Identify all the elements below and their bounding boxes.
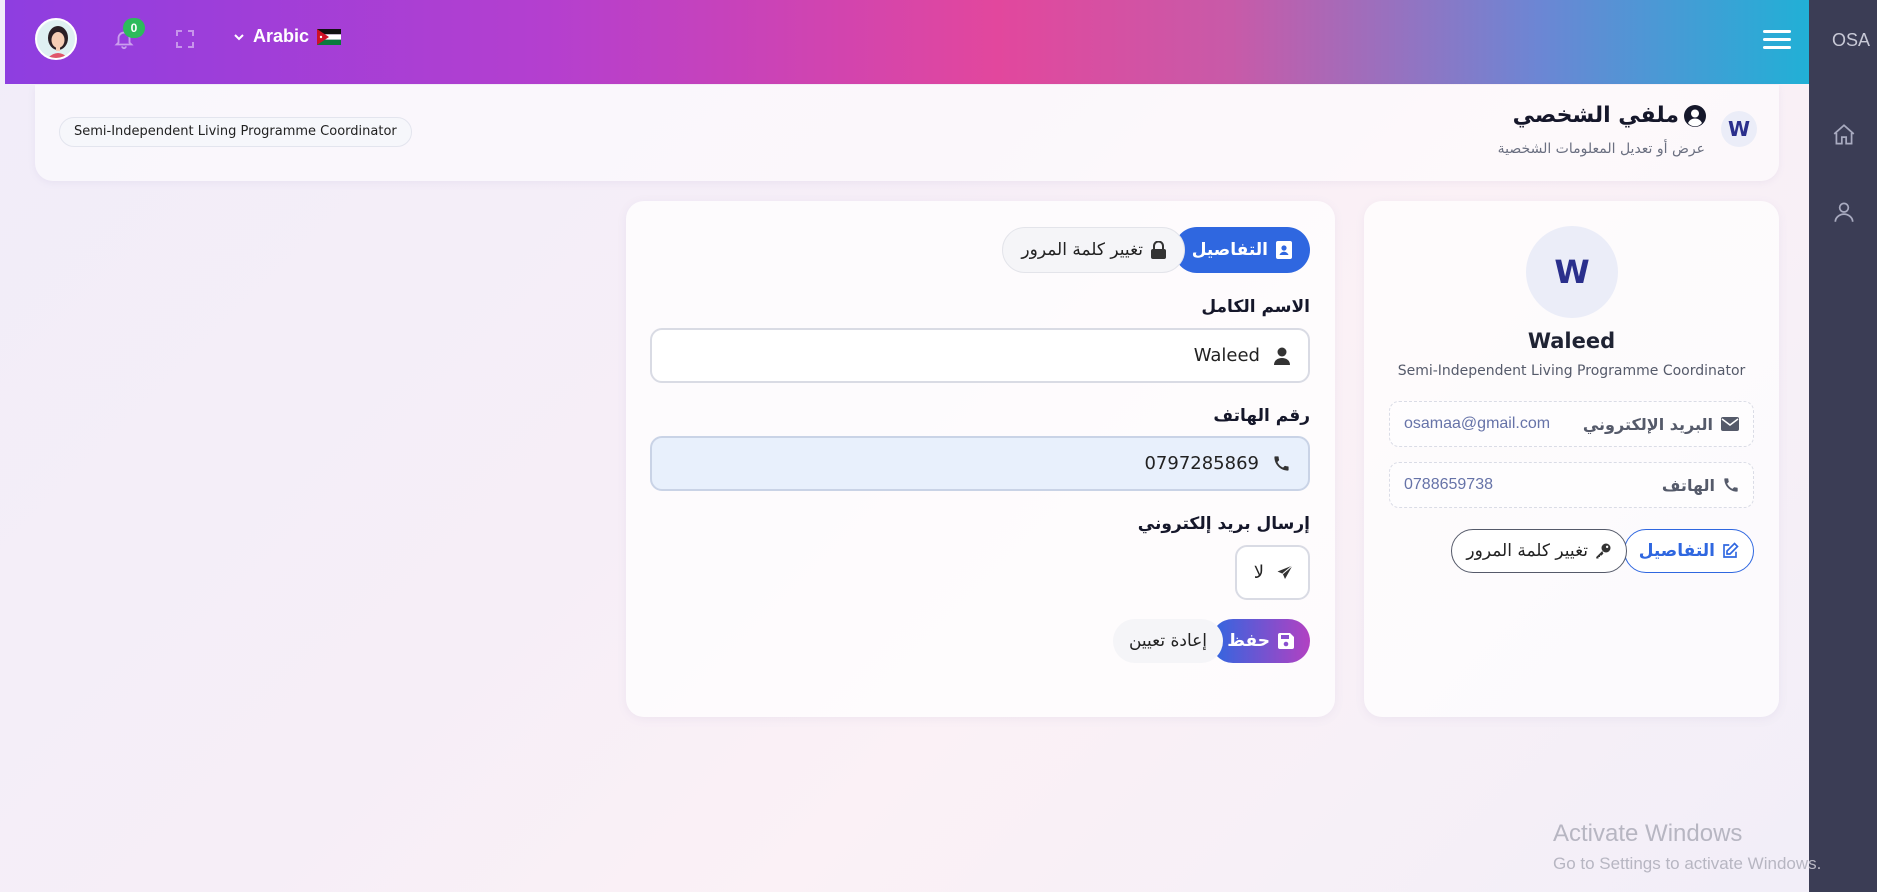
language-selector[interactable]: Arabic <box>233 26 342 47</box>
id-card-icon <box>1276 241 1292 259</box>
full-name-field[interactable]: Waleed <box>650 328 1310 383</box>
user-icon[interactable] <box>1831 199 1857 225</box>
activation-watermark-title: Activate Windows <box>1553 820 1743 847</box>
top-navbar: 0 Arabic <box>5 0 1809 84</box>
email-key-label: البريد الإلكتروني <box>1582 414 1713 434</box>
user-circle-icon <box>1684 104 1706 127</box>
user-avatar[interactable] <box>35 18 77 60</box>
menu-toggle-icon[interactable] <box>1763 30 1791 52</box>
brand-logo[interactable]: OSA <box>1832 30 1870 51</box>
fullscreen-icon[interactable] <box>175 29 195 49</box>
phone-row: 0788659738 الهاتف <box>1389 462 1754 508</box>
tab-change-password-label: تغيير كلمة المرور <box>1021 240 1143 260</box>
page-title-text: ملفي الشخصي <box>1512 103 1679 128</box>
change-password-label: تغيير كلمة المرور <box>1466 541 1588 561</box>
phone-value: 0797285869 <box>1144 453 1259 474</box>
profile-avatar: W <box>1526 226 1618 318</box>
paper-plane-icon <box>1277 564 1293 579</box>
lock-icon <box>1151 241 1166 259</box>
edit-details-label: التفاصيل <box>1638 541 1715 561</box>
activation-watermark-subtitle: Go to Settings to activate Windows. <box>1553 854 1822 873</box>
header-avatar: W <box>1721 111 1757 147</box>
send-email-label: إرسال بريد إلكتروني <box>1137 514 1310 534</box>
page-subtitle: عرض أو تعديل المعلومات الشخصية <box>1497 141 1705 157</box>
page-title: ملفي الشخصي <box>1513 103 1707 128</box>
full-name-label: الاسم الكامل <box>1201 297 1310 317</box>
tab-details-label: التفاصيل <box>1191 240 1268 260</box>
reset-label: إعادة تعيين <box>1128 631 1207 651</box>
profile-summary-card: W Waleed Semi-Independent Living Program… <box>1364 201 1779 717</box>
phone-icon <box>1274 456 1289 471</box>
tab-change-password[interactable]: تغيير كلمة المرور <box>1002 227 1185 273</box>
role-badge: Semi-Independent Living Programme Coordi… <box>59 117 412 147</box>
phone-icon <box>1724 478 1738 492</box>
key-icon <box>1596 543 1611 559</box>
email-value: osamaa@gmail.com <box>1404 415 1551 432</box>
full-name-value: Waleed <box>1193 345 1260 366</box>
save-button[interactable]: حفظ <box>1211 619 1310 663</box>
jordan-flag-icon <box>317 28 342 45</box>
send-email-value: لا <box>1253 562 1264 583</box>
tab-details[interactable]: التفاصيل <box>1173 227 1310 273</box>
user-icon <box>1274 347 1290 365</box>
change-password-button[interactable]: تغيير كلمة المرور <box>1451 529 1627 573</box>
phone-field[interactable]: 0797285869 <box>650 436 1310 491</box>
edit-details-button[interactable]: التفاصيل <box>1623 529 1754 573</box>
send-email-select[interactable]: لا <box>1235 545 1310 600</box>
right-sidebar: OSA <box>1809 0 1877 892</box>
phone-key-label: الهاتف <box>1661 475 1715 495</box>
page-header: Semi-Independent Living Programme Coordi… <box>35 85 1779 181</box>
profile-phone-value: 0788659738 <box>1404 476 1493 493</box>
profile-name: Waleed <box>1527 329 1616 353</box>
profile-form-card: التفاصيل تغيير كلمة المرور الاسم الكامل … <box>626 201 1335 717</box>
language-label: Arabic <box>253 26 310 46</box>
reset-button[interactable]: إعادة تعيين <box>1112 619 1223 663</box>
envelope-icon <box>1721 417 1739 431</box>
notification-badge: 0 <box>123 18 145 38</box>
home-icon[interactable] <box>1831 122 1857 148</box>
email-row: osamaa@gmail.com البريد الإلكتروني <box>1389 401 1754 447</box>
save-icon <box>1278 633 1294 649</box>
phone-key: الهاتف <box>1662 476 1739 495</box>
phone-label: رقم الهاتف <box>1213 406 1310 426</box>
email-key: البريد الإلكتروني <box>1583 415 1739 434</box>
profile-role: Semi-Independent Living Programme Coordi… <box>1397 363 1746 379</box>
chevron-down-icon <box>234 33 244 40</box>
edit-icon <box>1723 542 1739 558</box>
save-label: حفظ <box>1227 631 1270 651</box>
